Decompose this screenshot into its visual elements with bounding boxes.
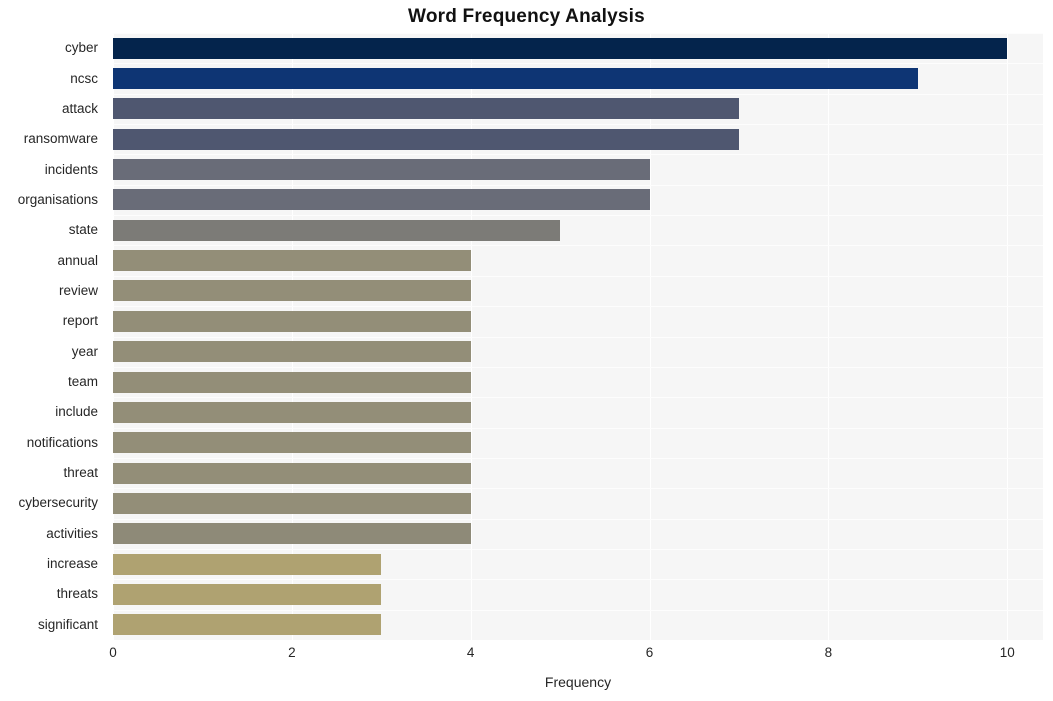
- word-frequency-chart: Word Frequency Analysis cyber ncsc attack r…: [0, 0, 1053, 701]
- bar-activities: [113, 523, 471, 545]
- x-tick-label-6: 6: [645, 645, 654, 660]
- row-separator: [113, 458, 1043, 459]
- y-axis-tick-labels: cyber ncsc attack ransomware incidents organi…: [0, 33, 106, 640]
- y-tick-label-threat: threat: [63, 465, 98, 481]
- bar-threats: [113, 583, 382, 605]
- bar-notifications: [113, 432, 471, 454]
- y-tick-label-significant: significant: [37, 616, 98, 632]
- x-tick-label-2: 2: [288, 645, 296, 660]
- y-tick-label-notifications: notifications: [26, 434, 98, 450]
- bar-review: [113, 280, 471, 302]
- chart-title: Word Frequency Analysis: [408, 6, 645, 27]
- row-separator: [113, 428, 1043, 429]
- bar-cyber: [113, 37, 1008, 59]
- bar-attack: [113, 98, 739, 120]
- row-separator: [113, 124, 1043, 125]
- y-tick-label-ransomware: ransomware: [23, 131, 98, 147]
- row-separator: [113, 579, 1043, 580]
- row-separator: [113, 519, 1043, 520]
- x-tick-label-4: 4: [466, 645, 475, 660]
- bar-cybersecurity: [113, 492, 471, 514]
- y-tick-label-report: report: [62, 313, 98, 329]
- row-separator: [113, 154, 1043, 155]
- bar-year: [113, 341, 471, 363]
- y-tick-label-threats: threats: [56, 586, 98, 602]
- y-tick-label-incidents: incidents: [44, 161, 98, 177]
- bar-report: [113, 310, 471, 332]
- row-separator: [113, 367, 1043, 368]
- row-separator: [113, 488, 1043, 489]
- x-tick-label-8: 8: [824, 645, 833, 660]
- y-tick-label-annual: annual: [57, 252, 98, 268]
- bar-incidents: [113, 159, 650, 181]
- row-separator: [113, 337, 1043, 338]
- bar-significant: [113, 614, 382, 636]
- y-tick-label-organisations: organisations: [17, 191, 98, 207]
- row-separator: [113, 276, 1043, 277]
- row-separator: [113, 94, 1043, 95]
- y-tick-label-activities: activities: [46, 525, 98, 541]
- bar-ncsc: [113, 68, 918, 90]
- x-axis-title: Frequency: [544, 674, 612, 690]
- row-separator: [113, 397, 1043, 398]
- bar-annual: [113, 250, 471, 272]
- y-tick-label-year: year: [71, 343, 98, 359]
- y-tick-label-include: include: [55, 404, 98, 420]
- row-separator: [113, 63, 1043, 64]
- bar-organisations: [113, 189, 650, 211]
- plot-area: [113, 33, 1043, 640]
- bar-state: [113, 219, 561, 241]
- x-tick-label-10: 10: [999, 645, 1015, 660]
- y-tick-label-cybersecurity: cybersecurity: [18, 495, 98, 511]
- bar-threat: [113, 462, 471, 484]
- y-tick-label-increase: increase: [46, 556, 98, 572]
- bar-ransomware: [113, 128, 739, 150]
- y-tick-label-review: review: [58, 282, 98, 298]
- x-tick-label-0: 0: [109, 645, 117, 660]
- row-separator: [113, 185, 1043, 186]
- y-tick-label-cyber: cyber: [64, 40, 98, 56]
- y-tick-label-state: state: [68, 222, 98, 238]
- y-tick-label-team: team: [67, 374, 98, 390]
- y-tick-label-ncsc: ncsc: [70, 70, 98, 86]
- bar-team: [113, 371, 471, 393]
- row-separator: [113, 306, 1043, 307]
- bar-increase: [113, 553, 382, 575]
- row-separator: [113, 610, 1043, 611]
- row-separator: [113, 549, 1043, 550]
- row-separator: [113, 33, 1043, 34]
- row-separator: [113, 245, 1043, 246]
- row-separator: [113, 215, 1043, 216]
- bar-include: [113, 401, 471, 423]
- x-axis-tick-labels: 0 2 4 6 8 10: [109, 645, 1043, 667]
- y-tick-label-attack: attack: [61, 100, 98, 116]
